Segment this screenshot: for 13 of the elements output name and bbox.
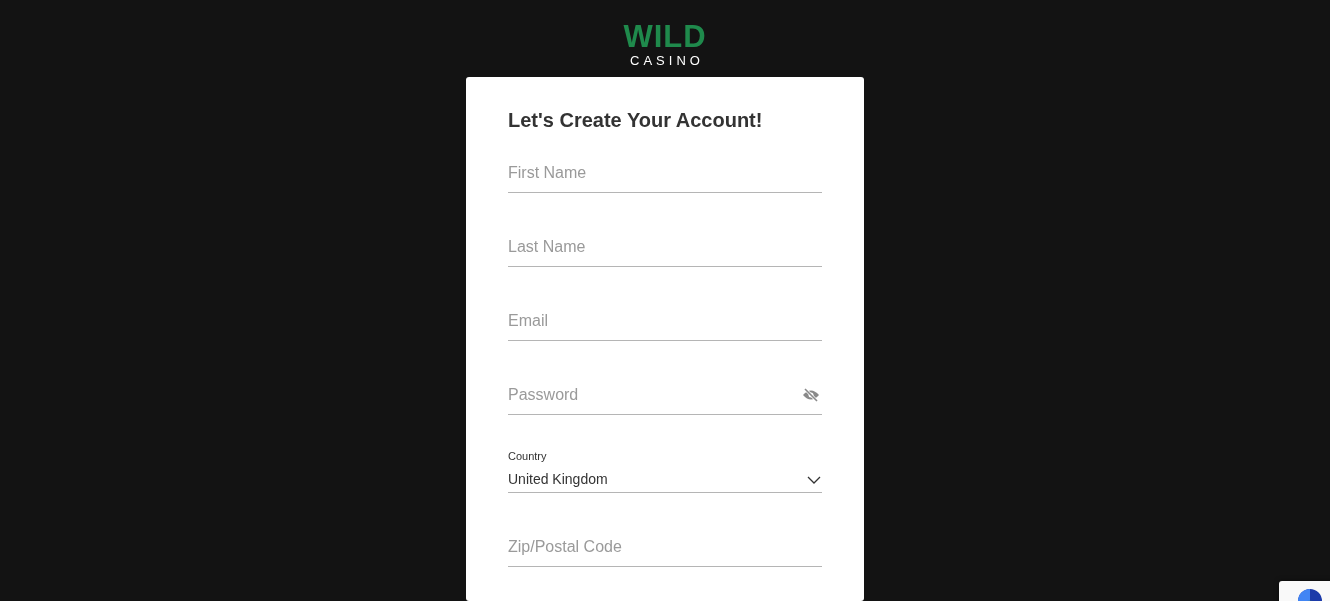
input-field[interactable]: Last Name [508, 234, 822, 259]
chevron-down-icon [807, 475, 821, 484]
input-field[interactable]: First Name [508, 160, 822, 185]
captcha-icon [1295, 586, 1325, 601]
eye-off-icon[interactable] [802, 387, 820, 402]
logo-subtitle: CASINO [629, 53, 704, 68]
input-field[interactable]: Password [508, 382, 802, 407]
input-field[interactable]: Email [508, 308, 822, 333]
logo-wordmark: WILD [623, 20, 707, 53]
field-label: Country [508, 449, 547, 463]
form-title: Let's Create Your Account! [508, 108, 764, 133]
country-select[interactable]: United Kingdom [508, 467, 822, 493]
input-field[interactable]: Zip/Postal Code [508, 534, 822, 559]
